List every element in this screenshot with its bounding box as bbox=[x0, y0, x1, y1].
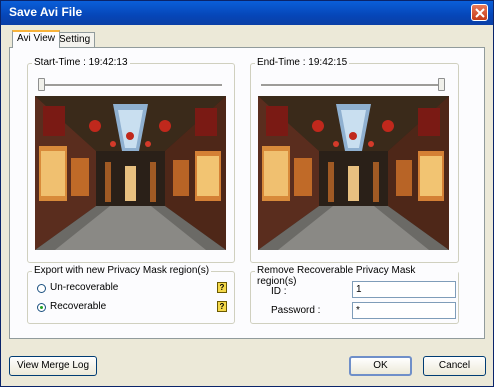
radio-recoverable-circle[interactable] bbox=[37, 303, 46, 312]
title-bar[interactable]: Save Avi File bbox=[1, 1, 493, 25]
close-button[interactable] bbox=[471, 4, 488, 21]
radio-unrecoverable-circle[interactable] bbox=[37, 284, 46, 293]
start-video-frame bbox=[35, 96, 226, 250]
end-time-label: End-Time : 19:42:15 bbox=[255, 57, 350, 68]
save-avi-dialog: Save Avi File Avi View Setting Start-Tim… bbox=[0, 0, 494, 387]
tab-setting[interactable]: Setting bbox=[54, 32, 96, 47]
end-time-group: End-Time : 19:42:15 bbox=[250, 57, 459, 263]
cancel-button[interactable]: Cancel bbox=[423, 356, 486, 376]
close-icon bbox=[474, 7, 485, 18]
end-video-frame bbox=[258, 96, 449, 250]
password-label: Password : bbox=[271, 305, 321, 316]
id-field[interactable] bbox=[352, 281, 456, 298]
remove-privacy-group: Remove Recoverable Privacy Mask region(s… bbox=[250, 265, 459, 324]
avi-view-panel: Start-Time : 19:42:13 End-Time : 19:42:1… bbox=[9, 47, 485, 339]
help-icon[interactable]: ? bbox=[217, 301, 227, 312]
start-time-group: Start-Time : 19:42:13 bbox=[27, 57, 235, 263]
start-frame-image bbox=[35, 96, 226, 250]
start-slider-track bbox=[38, 84, 222, 87]
help-icon[interactable]: ? bbox=[217, 282, 227, 293]
export-group-legend: Export with new Privacy Mask region(s) bbox=[32, 265, 212, 276]
radio-recoverable-label[interactable]: Recoverable bbox=[50, 301, 106, 312]
start-slider-thumb[interactable] bbox=[38, 78, 45, 91]
radio-unrecoverable-label[interactable]: Un-recoverable bbox=[50, 282, 118, 293]
end-slider-thumb[interactable] bbox=[438, 78, 445, 91]
id-label: ID : bbox=[271, 286, 287, 297]
view-merge-log-button[interactable]: View Merge Log bbox=[9, 356, 97, 376]
export-privacy-group: Export with new Privacy Mask region(s) U… bbox=[27, 265, 235, 324]
password-field[interactable] bbox=[352, 302, 456, 319]
window-title: Save Avi File bbox=[9, 5, 83, 19]
ok-button[interactable]: OK bbox=[349, 356, 412, 376]
tab-avi-view[interactable]: Avi View bbox=[12, 30, 60, 48]
end-frame-image bbox=[258, 96, 449, 250]
end-slider-track bbox=[261, 84, 445, 87]
start-time-label: Start-Time : 19:42:13 bbox=[32, 57, 130, 68]
